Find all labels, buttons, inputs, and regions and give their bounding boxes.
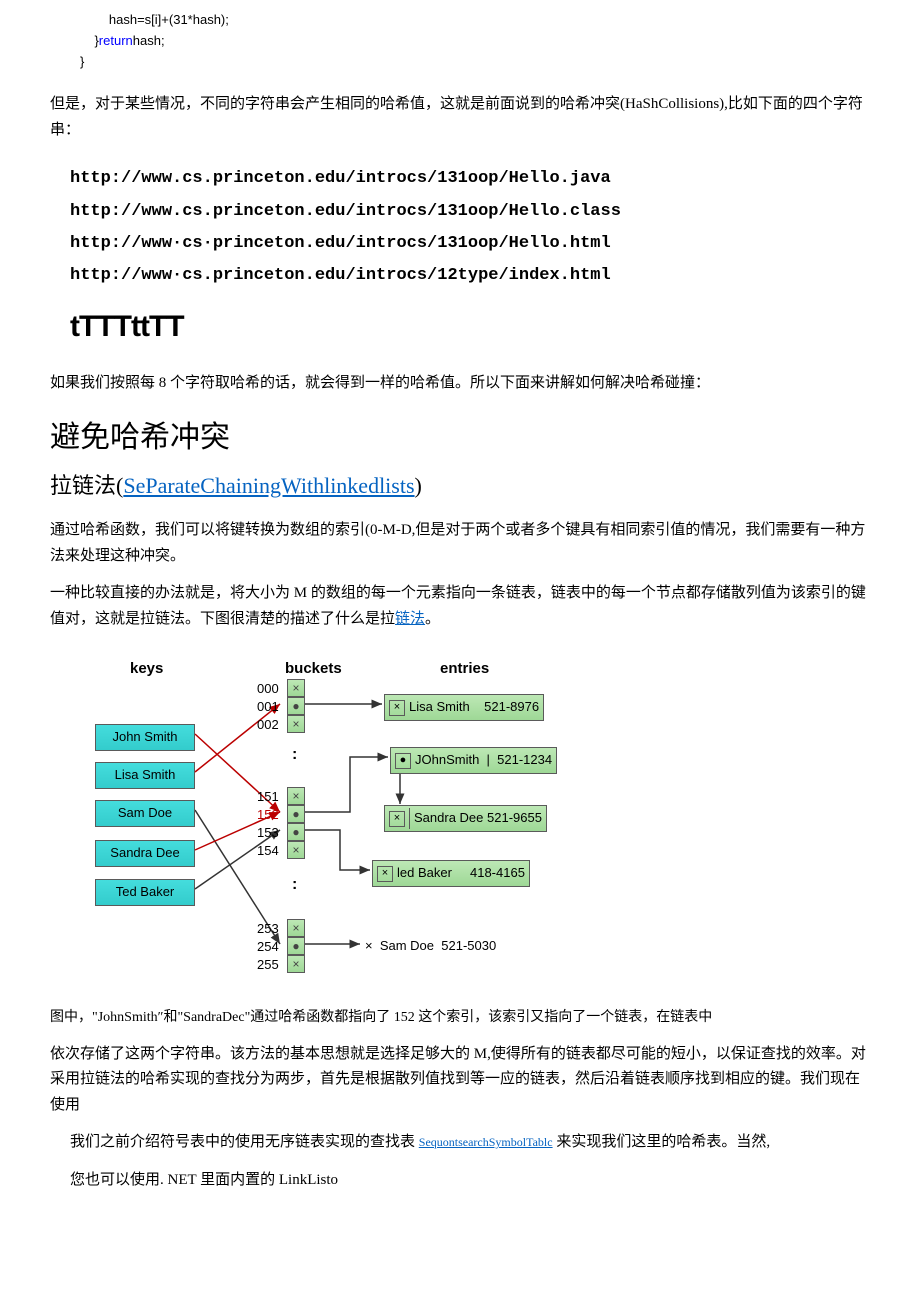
entry-sam-doe: × Sam Doe 521-5030 <box>365 936 496 957</box>
heading-1: 避免哈希冲突 <box>50 414 870 462</box>
code-line: } <box>80 52 870 73</box>
dot-icon: ● <box>395 753 411 769</box>
code-block: hash=s[i]+(31*hash); }returnhash; } <box>80 10 870 72</box>
key-sandra-dee: Sandra Dee <box>95 840 195 867</box>
bucket-cell: × <box>287 679 305 697</box>
key-ted-baker: Ted Baker <box>95 879 195 906</box>
url-line: http://www·cs.princeton.edu/introcs/12ty… <box>70 260 870 292</box>
vdots-icon: : <box>292 752 297 758</box>
separate-chaining-diagram: keys buckets entries John Smith Lisa Smi… <box>90 657 650 992</box>
code-line: hash=s[i]+(31*hash); <box>80 10 870 31</box>
bucket-num: 255 <box>257 955 279 976</box>
entry-num: 521-5030 <box>441 938 496 953</box>
chaining-link[interactable]: SeParateChainingWithlinkedlists <box>123 473 414 498</box>
bucket-cell: × <box>287 955 305 973</box>
entry-name: Lisa Smith <box>409 697 470 718</box>
header-buckets: buckets <box>285 657 342 681</box>
chain-method-link[interactable]: 链法 <box>395 611 425 627</box>
bucket-num: 002 <box>257 715 279 736</box>
bucket-cell: × <box>287 715 305 733</box>
entry-lisa-smith: × Lisa Smith 521-8976 <box>384 694 544 721</box>
paragraph: 通过哈希函数，我们可以将键转换为数组的索引(0-M-D,但是对于两个或者多个键具… <box>50 518 870 569</box>
entry-num: 418-4165 <box>470 863 525 884</box>
symbol-table-link[interactable]: SequontsearchSymbolTablc <box>419 1135 553 1149</box>
bucket-cell: × <box>287 919 305 937</box>
entry-name: Sandra Dee <box>409 808 483 829</box>
x-icon: × <box>365 938 373 953</box>
entry-num: 521-8976 <box>484 697 539 718</box>
paragraph: 您也可以使用. NET 里面内置的 LinkListo <box>70 1168 870 1194</box>
bucket-num: 154 <box>257 841 279 862</box>
header-keys: keys <box>130 657 163 681</box>
url-list: http://www.cs.princeton.edu/introcs/131o… <box>70 163 870 292</box>
x-icon: × <box>389 700 405 716</box>
key-john-smith: John Smith <box>95 724 195 751</box>
entry-sandra-dee: × Sandra Dee 521-9655 <box>384 805 547 832</box>
bucket-cell: ● <box>287 823 305 841</box>
code-line: }returnhash; <box>80 31 870 52</box>
entry-ted-baker: × led Baker 418-4165 <box>372 860 530 887</box>
entry-num: 521-1234 <box>497 750 552 771</box>
bucket-cell: ● <box>287 937 305 955</box>
x-icon: × <box>377 866 393 882</box>
url-line: http://www·cs·princeton.edu/introcs/131o… <box>70 228 870 260</box>
key-lisa-smith: Lisa Smith <box>95 762 195 789</box>
key-sam-doe: Sam Doe <box>95 800 195 827</box>
diagram-caption: 图中，"JohnSmith″和"SandraDec"通过哈希函数都指向了 152… <box>50 1007 870 1029</box>
bucket-cell: ● <box>287 805 305 823</box>
paragraph: 依次存储了这两个字符串。该方法的基本思想就是选择足够大的 M,使得所有的链表都尽… <box>50 1042 870 1119</box>
bucket-cell: × <box>287 787 305 805</box>
keyword-return: return <box>99 33 133 48</box>
vdots-icon: : <box>292 882 297 888</box>
heading-2: 拉链法(SeParateChainingWithlinkedlists) <box>50 468 870 503</box>
header-entries: entries <box>440 657 489 681</box>
bucket-cell: ● <box>287 697 305 715</box>
entry-name: JOhnSmith <box>415 750 479 771</box>
x-icon: × <box>389 811 405 827</box>
ttt-text: tTTTttTT <box>70 303 870 351</box>
paragraph: 一种比较直接的办法就是，将大小为 M 的数组的每一个元素指向一条链表，链表中的每… <box>50 581 870 632</box>
entry-john-smith: ● JOhnSmith | 521-1234 <box>390 747 557 774</box>
entry-num: 521-9655 <box>487 808 542 829</box>
paragraph: 我们之前介绍符号表中的使用无序链表实现的查找表 SequontsearchSym… <box>70 1130 870 1156</box>
bucket-cell: × <box>287 841 305 859</box>
paragraph: 但是，对于某些情况，不同的字符串会产生相同的哈希值，这就是前面说到的哈希冲突(H… <box>50 92 870 143</box>
url-line: http://www.cs.princeton.edu/introcs/131o… <box>70 196 870 228</box>
entry-name: Sam Doe <box>380 938 434 953</box>
url-line: http://www.cs.princeton.edu/introcs/131o… <box>70 163 870 195</box>
paragraph: 如果我们按照每 8 个字符取哈希的话，就会得到一样的哈希值。所以下面来讲解如何解… <box>50 371 870 397</box>
entry-name: led Baker <box>397 863 452 884</box>
h2-prefix: 拉链法 <box>50 473 116 498</box>
